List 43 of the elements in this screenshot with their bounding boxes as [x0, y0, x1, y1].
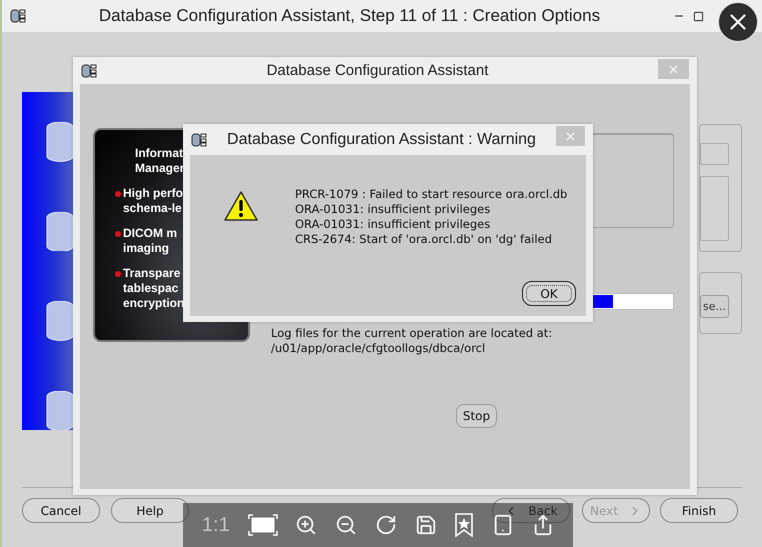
- save-icon[interactable]: [414, 514, 437, 536]
- dialog-button[interactable]: Cancel: [22, 498, 100, 523]
- stop-button[interactable]: Stop: [456, 404, 498, 428]
- fit-screen-icon[interactable]: [248, 514, 278, 536]
- bookmark-star-icon[interactable]: [454, 513, 474, 537]
- bullet-text: High perfo: [123, 186, 183, 201]
- bullet-text: imaging: [123, 241, 170, 256]
- rotate-icon[interactable]: [374, 514, 397, 536]
- bullet-text: Transpare: [123, 266, 182, 281]
- ok-button[interactable]: OK: [522, 281, 576, 306]
- database-icon: [191, 132, 207, 148]
- log-text: /u01/app/oracle/cfgtoollogs/dbca/orcl: [271, 341, 486, 356]
- browse-button[interactable]: se...: [700, 295, 729, 318]
- close-icon: [564, 130, 577, 142]
- bullet-dot: [115, 271, 121, 277]
- banner-heading: Informat: [135, 146, 183, 161]
- bullet-text: encryption: [123, 296, 184, 311]
- error-message: PRCR-1079 : Failed to start resource ora.orcl.db: [295, 187, 568, 202]
- bullet-dot: [115, 191, 121, 197]
- dialog-title: Database Configuration Assistant: [266, 62, 490, 79]
- window-title: Database Configuration Assistant, Step 11 of 11 : Creation Options: [98, 6, 602, 26]
- database-icon: [10, 8, 26, 24]
- database-icon: [81, 62, 97, 78]
- zoom-out-icon[interactable]: [335, 514, 358, 536]
- error-message: CRS-2674: Start of 'ora.orcl.db' on 'dg' failed: [295, 232, 553, 247]
- zoom-in-icon[interactable]: [295, 514, 318, 536]
- tablet-icon[interactable]: [492, 514, 514, 536]
- text-field[interactable]: [700, 143, 729, 165]
- banner-heading: Manager: [135, 161, 184, 176]
- log-text: Log files for the current operation are located at:: [271, 326, 554, 341]
- error-message: ORA-01031: insufficient privileges: [295, 217, 492, 232]
- warning-icon: [223, 190, 259, 222]
- dialog-button[interactable]: Finish: [660, 498, 738, 523]
- bullet-text: schema-le: [123, 201, 183, 216]
- maximize-icon[interactable]: [693, 10, 704, 22]
- bullet-text: DICOM m: [123, 226, 177, 241]
- bullet-text: tablespac: [123, 281, 180, 296]
- share-icon[interactable]: [532, 514, 554, 536]
- bullet-dot: [115, 231, 121, 237]
- dialog-button[interactable]: Help: [111, 498, 189, 523]
- dialog-title: Database Configuration Assistant : Warning: [226, 130, 537, 148]
- close-icon: [667, 62, 680, 76]
- error-message: ORA-01031: insufficient privileges: [295, 202, 492, 217]
